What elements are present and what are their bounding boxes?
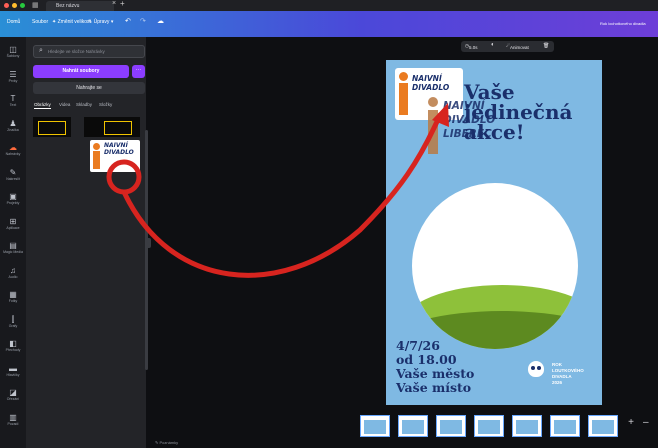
annotation-circle [106, 159, 142, 195]
annotation-curve [121, 112, 443, 278]
annotation-arrow [106, 103, 449, 278]
